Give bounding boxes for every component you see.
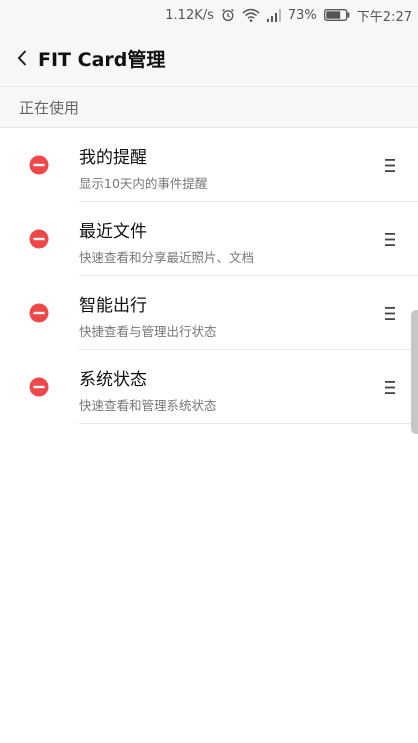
scroll-indicator[interactable] (411, 310, 418, 434)
card-title: 我的提醒 (79, 148, 147, 168)
back-button[interactable] (2, 30, 42, 86)
section-label: 正在使用 (19, 98, 80, 117)
card-text: 系统状态 快速查看和管理系统状态 (79, 350, 418, 424)
battery-percent: 73% (287, 7, 317, 23)
battery-icon (323, 9, 350, 21)
alarm-icon (221, 8, 235, 22)
card-title: 智能出行 (79, 296, 147, 316)
remove-icon[interactable] (29, 229, 49, 249)
card-title: 最近文件 (79, 222, 147, 242)
signal-icon (266, 8, 281, 22)
drag-handle-icon[interactable] (380, 155, 400, 175)
chevron-left-icon (17, 50, 27, 66)
remove-icon[interactable] (29, 303, 49, 323)
drag-handle-icon[interactable] (380, 377, 400, 397)
card-title: 系统状态 (79, 370, 147, 390)
network-speed: 1.12K/s (165, 7, 214, 23)
app-bar: FIT Card管理 (0, 30, 418, 86)
card-text: 我的提醒 显示10天内的事件提醒 (79, 128, 418, 202)
card-subtitle: 快速查看和管理系统状态 (79, 398, 217, 413)
page-title: FIT Card管理 (38, 48, 166, 71)
clock-time: 下午2:27 (356, 9, 412, 25)
card-row-smart-travel[interactable]: 智能出行 快捷查看与管理出行状态 (0, 276, 418, 350)
card-list: 我的提醒 显示10天内的事件提醒 最近文件 快速查看和分享最近照片、文档 智能出… (0, 128, 418, 424)
card-text: 智能出行 快捷查看与管理出行状态 (79, 276, 418, 350)
drag-handle-icon[interactable] (380, 229, 400, 249)
remove-icon[interactable] (29, 155, 49, 175)
status-bar: 1.12K/s 73% 下午2:27 (0, 0, 418, 30)
card-row-system-status[interactable]: 系统状态 快速查看和管理系统状态 (0, 350, 418, 424)
card-row-reminders[interactable]: 我的提醒 显示10天内的事件提醒 (0, 128, 418, 202)
drag-handle-icon[interactable] (380, 303, 400, 323)
card-subtitle: 快捷查看与管理出行状态 (79, 324, 217, 339)
card-row-recent-files[interactable]: 最近文件 快速查看和分享最近照片、文档 (0, 202, 418, 276)
card-text: 最近文件 快速查看和分享最近照片、文档 (79, 202, 418, 276)
remove-icon[interactable] (29, 377, 49, 397)
card-subtitle: 快速查看和分享最近照片、文档 (79, 250, 255, 265)
wifi-icon (242, 8, 260, 22)
section-header: 正在使用 (0, 86, 418, 128)
card-subtitle: 显示10天内的事件提醒 (79, 176, 208, 191)
